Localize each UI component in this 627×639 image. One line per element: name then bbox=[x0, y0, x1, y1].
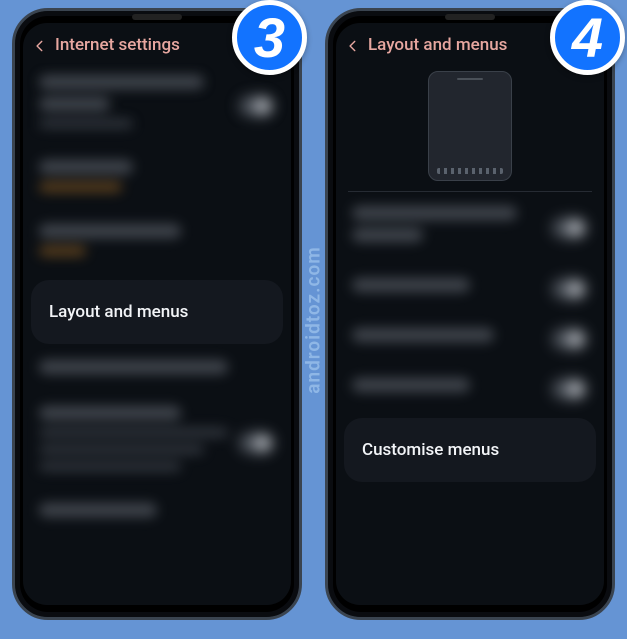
layout-settings-list: Customise menus bbox=[336, 63, 604, 605]
list-item[interactable] bbox=[23, 63, 291, 148]
step-badge-4: 4 bbox=[550, 0, 625, 75]
list-item[interactable] bbox=[23, 148, 291, 212]
back-icon[interactable] bbox=[346, 38, 360, 52]
step-badge-3: 3 bbox=[232, 0, 307, 75]
badge-number: 4 bbox=[572, 10, 603, 66]
earpiece bbox=[132, 14, 182, 20]
toggle-icon[interactable] bbox=[552, 329, 586, 349]
layout-and-menus-item[interactable]: Layout and menus bbox=[31, 280, 283, 344]
phone-screen-4: Layout and menus bbox=[336, 23, 604, 605]
toggle-icon[interactable] bbox=[552, 379, 586, 399]
phone-screen-3: Internet settings Lay bbox=[23, 23, 291, 605]
back-icon[interactable] bbox=[33, 38, 47, 52]
list-item[interactable] bbox=[336, 364, 604, 414]
toggle-icon[interactable] bbox=[239, 433, 273, 453]
list-item[interactable] bbox=[23, 394, 291, 491]
toggle-icon[interactable] bbox=[552, 279, 586, 299]
item-label: Customise menus bbox=[362, 440, 578, 460]
list-item[interactable] bbox=[336, 192, 604, 264]
toggle-icon[interactable] bbox=[239, 96, 273, 116]
tutorial-stage: Internet settings Lay bbox=[0, 0, 627, 639]
customise-menus-item[interactable]: Customise menus bbox=[344, 418, 596, 482]
badge-number: 3 bbox=[254, 10, 285, 66]
list-item[interactable] bbox=[23, 491, 291, 537]
phone-step-3: Internet settings Lay bbox=[12, 8, 302, 620]
header-title: Internet settings bbox=[55, 35, 180, 55]
list-item[interactable] bbox=[336, 314, 604, 364]
toggle-icon[interactable] bbox=[552, 218, 586, 238]
list-item[interactable] bbox=[23, 212, 291, 276]
settings-list: Layout and menus bbox=[23, 63, 291, 605]
phone-step-4: Layout and menus bbox=[325, 8, 615, 620]
options-group bbox=[336, 192, 604, 414]
list-item[interactable] bbox=[336, 264, 604, 314]
list-item[interactable] bbox=[23, 348, 291, 394]
watermark-text: androidtoz.com bbox=[302, 246, 325, 393]
earpiece bbox=[445, 14, 495, 20]
layout-preview-icon bbox=[428, 71, 512, 181]
item-label: Layout and menus bbox=[49, 302, 265, 322]
header-title: Layout and menus bbox=[368, 35, 507, 55]
